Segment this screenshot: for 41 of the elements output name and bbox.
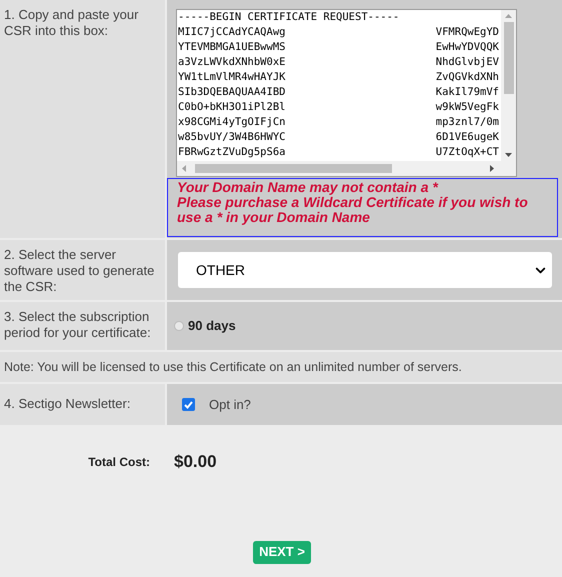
scroll-down-icon[interactable]: [505, 153, 512, 157]
option-label: Opt in?: [209, 396, 251, 414]
horizontal-scrollbar[interactable]: [177, 161, 516, 176]
csr-text-line: mp3znl7/0m: [436, 115, 499, 130]
scroll-up-icon[interactable]: [505, 14, 512, 18]
csr-text-line: 6D1VE6ugeK: [436, 130, 499, 145]
radio-button[interactable]: [174, 321, 184, 331]
csr-input-field[interactable]: [176, 9, 517, 177]
csr-text-line: MIIC7jCCAdYCAQAwg: [178, 25, 286, 40]
csr-text-line: -----BEGIN CERTIFICATE REQUEST-----: [178, 10, 400, 25]
csr-text-line: ZvQGVkdXNh: [436, 70, 499, 85]
checkbox[interactable]: [182, 398, 195, 411]
csr-text-line: a3VzLWVkdXNhbW0xE: [178, 55, 286, 70]
csr-text-line: KakIl79mVf: [436, 85, 499, 100]
csr-text-line: U7ZtOqX+CT: [436, 145, 499, 160]
scroll-left-icon[interactable]: [182, 165, 186, 172]
field-label: 3. Select the subscription period for your certificate:: [4, 309, 152, 341]
note-text: Note: You will be licensed to use this Certificate on an unlimited number of servers.: [4, 358, 462, 376]
csr-text-line: YTEVMBMGA1UEBwwMS: [178, 40, 286, 55]
checkmark-icon: [184, 400, 193, 408]
server-software-select[interactable]: OTHER: [178, 252, 552, 288]
field-label: 1. Copy and paste your CSR into this box:: [4, 7, 140, 39]
csr-text-line: YW1tLmVlMR4wHAYJK: [178, 70, 286, 85]
field-label: 4. Sectigo Newsletter:: [4, 395, 130, 413]
option-label: 90 days: [188, 317, 236, 336]
csr-text-line: EwHwYDVQQK: [436, 40, 499, 55]
csr-text-line: x98CGMi4yTgOIFjCn: [178, 115, 286, 130]
csr-text-line: SIb3DQEBAQUAA4IBD: [178, 85, 286, 100]
csr-text-line: FBRwGztZVuDg5pS6a: [178, 145, 286, 160]
field-label: 2. Select the server software used to generate the CSR:: [4, 247, 156, 295]
csr-text-line: C0bO+bKH3O1iPl2Bl: [178, 100, 286, 115]
error-message: Your Domain Name may not contain a *: [177, 180, 440, 195]
csr-text-line: w85bvUY/3W4B6HWYC: [178, 130, 286, 145]
csr-text-line: NhdGlvbjEV: [436, 55, 499, 70]
csr-text-line: w9kW5VegFk: [436, 100, 499, 115]
scroll-right-icon[interactable]: [490, 165, 494, 172]
csr-text-line: VFMRQwEgYD: [436, 25, 499, 40]
vertical-scrollbar[interactable]: [501, 10, 516, 161]
total-label: Total Cost:: [88, 454, 150, 471]
total-value: $0.00: [174, 451, 217, 473]
error-message: Please purchase a Wildcard Certificate if you wish to use a * in your Domain Name: [177, 195, 529, 225]
